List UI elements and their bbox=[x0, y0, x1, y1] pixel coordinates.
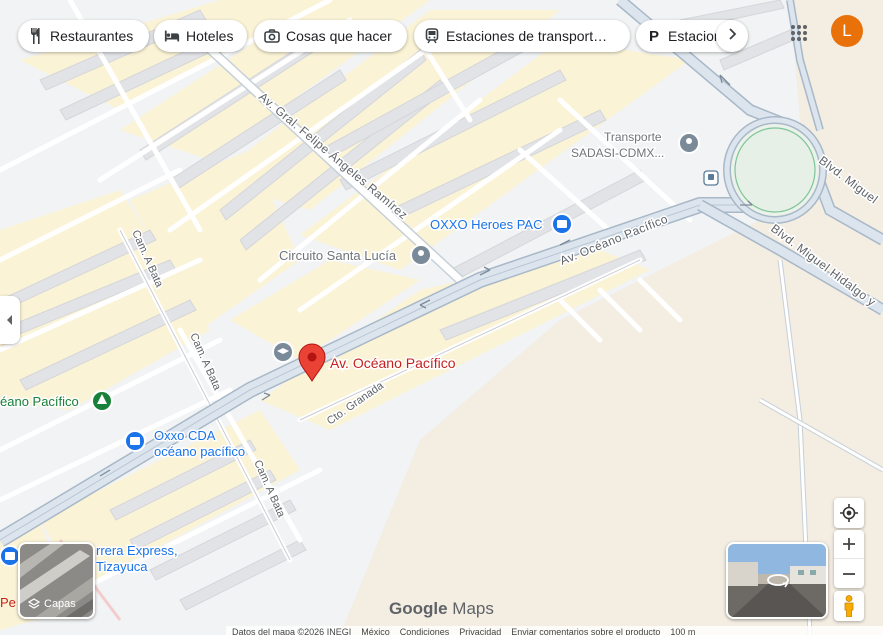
google-maps-logo: Google Maps bbox=[389, 599, 494, 619]
transit-poi-icon[interactable] bbox=[678, 132, 700, 154]
plus-icon bbox=[843, 538, 855, 550]
place-label-carrera-2[interactable]: Tizayuca bbox=[95, 558, 150, 576]
layers-button[interactable]: Capas bbox=[18, 542, 95, 619]
chip-label: Hoteles bbox=[186, 28, 234, 44]
layers-icon bbox=[28, 598, 40, 609]
school-poi-icon[interactable] bbox=[272, 341, 294, 363]
place-label-oxxo-cda-2[interactable]: océano pacífico bbox=[153, 443, 247, 461]
collapse-side-panel-button[interactable] bbox=[0, 296, 20, 344]
chip-label: Estaciones de transport… bbox=[446, 28, 608, 44]
shopping-poi-icon[interactable] bbox=[0, 545, 21, 567]
place-label-transporte[interactable]: Transporte bbox=[603, 129, 664, 146]
logo-brand: Google bbox=[389, 599, 448, 618]
footer-feedback-link[interactable]: Enviar comentarios sobre el producto bbox=[511, 626, 660, 635]
chip-cosas-que-hacer[interactable]: Cosas que hacer bbox=[254, 20, 407, 52]
footer-scale[interactable]: 100 m bbox=[670, 626, 695, 635]
place-label-oxxo-heroes[interactable]: OXXO Heroes PAC bbox=[429, 216, 544, 234]
parking-icon: P bbox=[648, 27, 659, 45]
rotate-360-icon bbox=[767, 574, 789, 588]
google-apps-button[interactable] bbox=[786, 20, 812, 46]
chips-scroll-right-button[interactable] bbox=[716, 20, 748, 52]
place-label-park-oceano[interactable]: éano Pacífico bbox=[0, 393, 80, 411]
zoom-in-button[interactable] bbox=[834, 530, 864, 559]
chip-label: Cosas que hacer bbox=[286, 28, 392, 44]
fork-knife-icon bbox=[28, 28, 44, 44]
place-label-circuito-santa-lucia[interactable]: Circuito Santa Lucía bbox=[278, 247, 399, 265]
park-poi-icon[interactable] bbox=[91, 390, 113, 412]
layers-label-group: Capas bbox=[28, 598, 76, 610]
street-view-thumbnail[interactable] bbox=[726, 542, 828, 619]
logo-product: Maps bbox=[452, 599, 494, 618]
layers-label: Capas bbox=[44, 598, 76, 610]
footer-privacy-link[interactable]: Privacidad bbox=[459, 626, 501, 635]
account-avatar[interactable]: L bbox=[831, 15, 863, 47]
pegman-button[interactable] bbox=[834, 591, 864, 621]
my-location-button[interactable] bbox=[834, 498, 864, 528]
chip-hoteles[interactable]: Hoteles bbox=[154, 20, 247, 52]
place-label-oxxo-cda[interactable]: Oxxo CDA bbox=[153, 427, 218, 445]
zoom-controls bbox=[834, 530, 864, 588]
my-location-icon bbox=[840, 504, 858, 522]
place-label-transporte-2[interactable]: SADASI-CDMX... bbox=[570, 145, 666, 162]
train-icon bbox=[424, 28, 440, 44]
chip-label: Estacion bbox=[668, 28, 722, 44]
chip-restaurantes[interactable]: Restaurantes bbox=[18, 20, 149, 52]
location-poi-icon[interactable] bbox=[410, 244, 432, 266]
shopping-poi-icon[interactable] bbox=[124, 430, 146, 452]
shopping-poi-icon[interactable] bbox=[551, 213, 573, 235]
footer-map-data[interactable]: Datos del mapa ©2026 INEGI bbox=[232, 626, 351, 635]
bus-stop-icon[interactable] bbox=[703, 170, 719, 186]
chevron-right-icon bbox=[727, 27, 737, 45]
camera-icon bbox=[264, 28, 280, 44]
place-label-carrera[interactable]: rrera Express, bbox=[95, 542, 180, 560]
zoom-out-button[interactable] bbox=[834, 559, 864, 588]
map-canvas[interactable]: Av. Gral. Felipe Ángeles Ramírez Av. Océ… bbox=[0, 0, 883, 635]
chip-label: Restaurantes bbox=[50, 28, 134, 44]
selected-place-label[interactable]: Av. Océano Pacífico bbox=[329, 354, 458, 373]
apps-grid-icon bbox=[791, 25, 807, 41]
caret-left-icon bbox=[7, 315, 12, 325]
footer-country[interactable]: México bbox=[361, 626, 390, 635]
bed-icon bbox=[164, 28, 180, 44]
pegman-icon bbox=[844, 595, 854, 617]
footer-terms-link[interactable]: Condiciones bbox=[400, 626, 450, 635]
map-footer: Datos del mapa ©2026 INEGI México Condic… bbox=[226, 626, 883, 635]
minus-icon bbox=[843, 572, 855, 575]
place-label-cut: Pe bbox=[0, 595, 16, 610]
avatar-letter: L bbox=[842, 21, 852, 40]
chip-estaciones-transporte[interactable]: Estaciones de transport… bbox=[414, 20, 630, 52]
